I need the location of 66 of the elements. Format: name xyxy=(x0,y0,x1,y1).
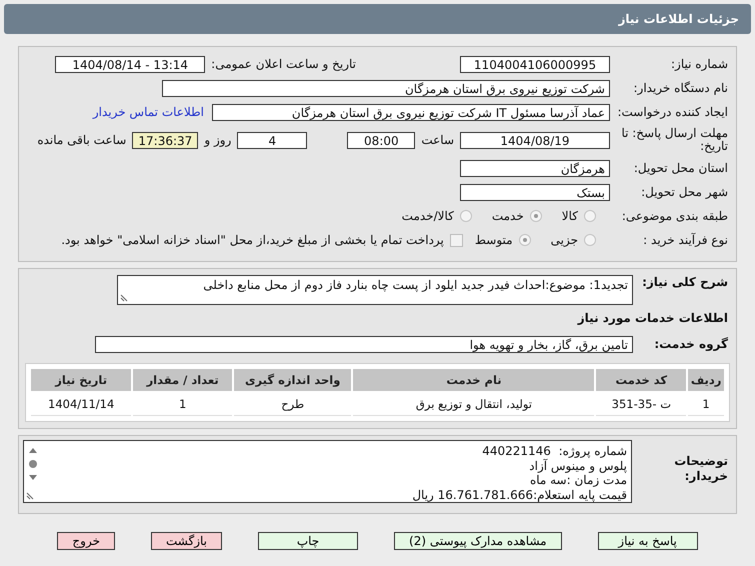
field-label: ساعت باقی مانده xyxy=(37,133,126,148)
field-label: شماره نیاز: xyxy=(670,57,729,71)
column-header: تعداد / مقدار xyxy=(133,369,232,392)
notes-line: پلوس و مینوس آزاد xyxy=(529,458,627,474)
field-label: نام دستگاه خریدار: xyxy=(632,81,729,95)
column-header: تاریخ نیاز xyxy=(31,369,132,392)
radio-button[interactable] xyxy=(530,210,542,222)
checkbox-label: پرداخت تمام یا بخشی از مبلغ خرید،از محل "اسناد خزانه اسلامی" خواهد بود. xyxy=(61,233,444,248)
radio-label: متوسط xyxy=(474,233,513,248)
deadline-time-field: 08:00 xyxy=(347,132,416,149)
notes-line: مدت زمان :سه ماه xyxy=(530,473,627,488)
radio-button[interactable] xyxy=(518,234,531,246)
field-label: طبقه بندی موضوعی: xyxy=(620,209,729,224)
radio-label: خدمت xyxy=(492,209,524,224)
field-label: روز و xyxy=(204,133,232,148)
radio-button[interactable] xyxy=(584,210,596,222)
action-button[interactable]: پاسخ به نیاز xyxy=(598,532,698,550)
announce-date-field: 1404/08/14 - 13:14 xyxy=(55,56,206,72)
service-group-field: تامین برق، گاز، بخار و تهویه هوا xyxy=(95,336,633,353)
radio-label: جزیی xyxy=(550,233,578,248)
action-button[interactable]: بازگشت xyxy=(151,532,222,550)
creator-field: عماد آذرسا مسئول IT شرکت توزیع نیروی برق استان هرمزگان xyxy=(212,104,610,120)
table-cell: ت -35-351 xyxy=(596,393,686,416)
table-cell: 1 xyxy=(688,393,724,416)
field-label: شهر محل تحویل: xyxy=(640,185,729,200)
table-cell: 1 xyxy=(133,393,232,416)
field-label: ایجاد کننده درخواست: xyxy=(616,105,729,119)
remaining-time-field: 17:36:37 xyxy=(132,132,198,149)
column-header: کد خدمت xyxy=(596,369,686,392)
days-field: 4 xyxy=(237,132,308,149)
checkbox[interactable] xyxy=(450,234,463,247)
column-header: ردیف xyxy=(688,369,724,392)
field-label: مهلت ارسال پاسخ: تا تاریخ: xyxy=(620,127,729,154)
province-field: هرمزگان xyxy=(460,160,610,177)
column-header: نام خدمت xyxy=(353,369,594,392)
deadline-date-field: 1404/08/19 xyxy=(460,132,610,149)
table-cell: تولید، انتقال و توزیع برق xyxy=(353,393,594,416)
radio-label: کالا xyxy=(562,209,578,224)
action-button[interactable]: مشاهده مدارک پیوستی (2) xyxy=(394,532,562,550)
field-label: نوع فرآیند خرید : xyxy=(642,233,729,248)
buyer-field: شرکت توزیع نیروی برق استان هرمزگان xyxy=(162,80,610,96)
column-header: واحد اندازه گیری xyxy=(234,369,352,392)
field-label: شرح کلی نیاز: xyxy=(641,275,729,290)
table-cell: طرح xyxy=(234,393,352,416)
radio-label: کالا/خدمت xyxy=(402,209,454,224)
resize-grip-icon xyxy=(26,492,34,500)
resize-grip-icon xyxy=(120,294,128,302)
notes-line: قیمت پایه استعلام:16.761.781.666 ریال xyxy=(412,488,627,502)
contact-link[interactable]: اطلاعات تماس خریدار xyxy=(92,105,204,119)
field-label: توضیحات خریدار: xyxy=(673,453,729,484)
scroll-arrows-icon xyxy=(28,447,38,482)
city-field: بستک xyxy=(460,184,610,201)
section-heading: اطلاعات خدمات مورد نیاز xyxy=(576,311,728,326)
need-number-field: 1104004106000995 xyxy=(460,56,610,72)
table-cell: 1404/11/14 xyxy=(31,393,132,416)
radio-button[interactable] xyxy=(584,234,596,246)
field-label: استان محل تحویل: xyxy=(632,161,729,176)
page-title: جزئیات اطلاعات نیاز xyxy=(618,12,739,26)
field-label: گروه خدمت: xyxy=(653,337,729,352)
description-text: تجدید1: موضوع:احداث فیدر جدید ایلود از پست چاه بنارد فاز دوم از محل منابع داخلی xyxy=(203,278,628,292)
action-button[interactable]: چاپ xyxy=(258,532,358,550)
field-label: تاریخ و ساعت اعلان عمومی: xyxy=(211,57,356,71)
radio-button[interactable] xyxy=(460,210,472,222)
field-label: ساعت xyxy=(421,133,454,148)
notes-line: شماره پروژه: 440221146 xyxy=(482,444,627,459)
action-button[interactable]: خروج xyxy=(57,532,115,550)
